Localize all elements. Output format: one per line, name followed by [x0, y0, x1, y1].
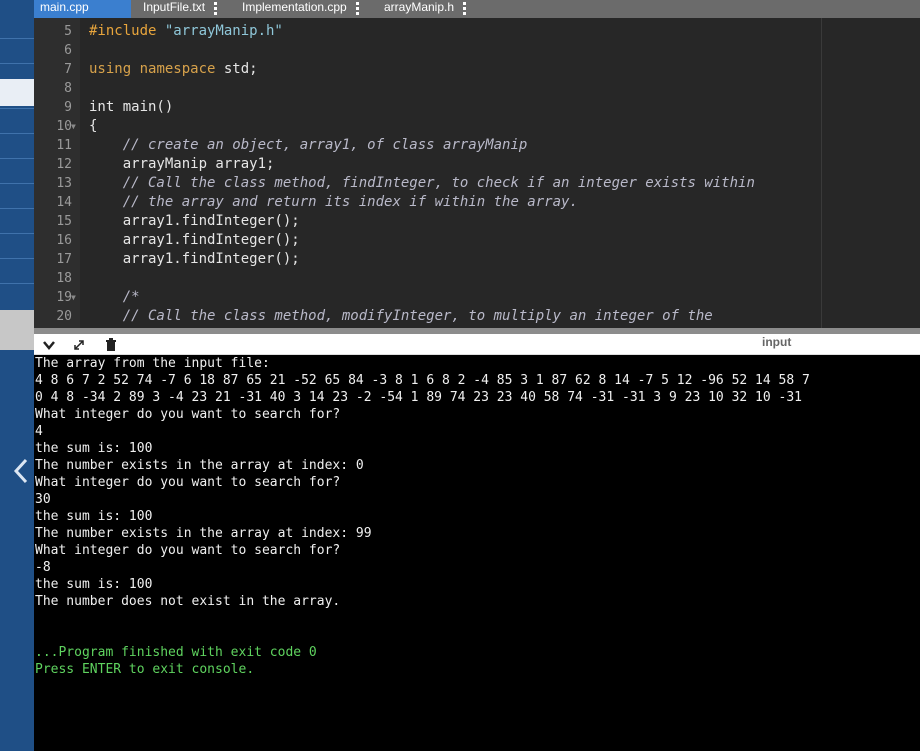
- sidebar-panel: [0, 310, 34, 350]
- clear-console-icon[interactable]: [104, 338, 118, 352]
- line-number: 13: [56, 176, 72, 191]
- code-line[interactable]: 15 array1.findInteger();: [34, 212, 920, 231]
- code-text: using namespace std;: [89, 61, 258, 77]
- code-text: // the array and return its index if wit…: [122, 194, 578, 210]
- line-number: 7: [64, 62, 72, 77]
- line-number: 6: [64, 43, 72, 58]
- line-number: 19: [56, 290, 72, 305]
- console-line: the sum is: 100: [35, 509, 153, 524]
- code-text: arrayManip array1;: [89, 156, 275, 172]
- console-line: the sum is: 100: [35, 577, 153, 592]
- code-line[interactable]: 19 ▼ /*: [34, 288, 920, 307]
- code-editor[interactable]: 5 #include "arrayManip.h" 6 7 using namespac…: [34, 18, 920, 328]
- tab-main-cpp[interactable]: main.cpp: [34, 0, 131, 18]
- code-line[interactable]: 20 // Call the class method, modifyInteg…: [34, 307, 920, 326]
- line-number: 10: [56, 119, 72, 134]
- code-line[interactable]: 18: [34, 269, 920, 288]
- line-number: 17: [56, 252, 72, 267]
- fold-arrow-icon[interactable]: ▼: [71, 288, 76, 307]
- code-line[interactable]: 7 using namespace std;: [34, 60, 920, 79]
- left-sidebar: [0, 0, 34, 751]
- line-number: 14: [56, 195, 72, 210]
- console-line: The number exists in the array at index:…: [35, 458, 364, 473]
- kebab-menu-icon[interactable]: [214, 0, 218, 15]
- sidebar-item-selected[interactable]: [0, 79, 34, 106]
- console-line: ...Program finished with exit code 0: [35, 645, 317, 660]
- sidebar-divider: [0, 233, 34, 234]
- chevron-down-icon[interactable]: [42, 338, 56, 352]
- console-line: The array from the input file:: [35, 356, 270, 371]
- code-text: // Call the class method, modifyInteger,…: [122, 308, 713, 324]
- code-text: // Call the class method, findInteger, t…: [122, 175, 755, 191]
- code-line[interactable]: 13 // Call the class method, findInteger…: [34, 174, 920, 193]
- tab-arraymanip-h[interactable]: arrayManip.h: [378, 0, 488, 18]
- sidebar-divider: [0, 63, 34, 64]
- console-line: What integer do you want to search for?: [35, 543, 341, 558]
- code-line[interactable]: 5 #include "arrayManip.h": [34, 22, 920, 41]
- console-line: the sum is: 100: [35, 441, 153, 456]
- sidebar-divider: [0, 158, 34, 159]
- kebab-menu-icon[interactable]: [356, 0, 360, 15]
- code-line[interactable]: 9 int main(): [34, 98, 920, 117]
- kebab-menu-icon[interactable]: [463, 0, 467, 15]
- tab-bar: main.cpp InputFile.txt Implementation.cp…: [34, 0, 920, 18]
- console-line: Press ENTER to exit console.: [35, 662, 255, 677]
- console-toolbar: input: [34, 334, 920, 355]
- expand-icon[interactable]: [72, 338, 86, 352]
- console-line: 30: [35, 492, 51, 507]
- line-number: 12: [56, 157, 72, 172]
- code-text: // create an object, array1, of class ar…: [122, 137, 528, 153]
- code-line[interactable]: 11 // create an object, array1, of class…: [34, 136, 920, 155]
- tab-label: arrayManip.h: [384, 0, 455, 14]
- line-number: 9: [64, 100, 72, 115]
- code-line[interactable]: 10 ▼ {: [34, 117, 920, 136]
- code-text: array1.findInteger();: [89, 232, 300, 248]
- line-number: 11: [56, 138, 72, 153]
- console-line: What integer do you want to search for?: [35, 475, 341, 490]
- code-text: {: [89, 118, 98, 134]
- code-text: #include "arrayManip.h": [89, 23, 283, 39]
- tab-label: InputFile.txt: [143, 0, 206, 14]
- line-number: 8: [64, 81, 72, 96]
- tab-label: main.cpp: [40, 0, 89, 14]
- code-line[interactable]: 12 arrayManip array1;: [34, 155, 920, 174]
- code-line[interactable]: 6: [34, 41, 920, 60]
- console-line: 0 4 8 -34 2 89 3 -4 23 21 -31 40 3 14 23…: [35, 390, 803, 405]
- input-label: input: [762, 335, 792, 349]
- tab-implementation-cpp[interactable]: Implementation.cpp: [236, 0, 376, 18]
- sidebar-divider: [0, 38, 34, 39]
- line-number: 20: [56, 309, 72, 324]
- code-text: array1.findInteger();: [89, 213, 300, 229]
- line-number: 18: [56, 271, 72, 286]
- line-number: 16: [56, 233, 72, 248]
- console-line: What integer do you want to search for?: [35, 407, 341, 422]
- chevron-left-icon[interactable]: [12, 456, 32, 486]
- code-text: /*: [122, 289, 140, 305]
- code-line[interactable]: 16 array1.findInteger();: [34, 231, 920, 250]
- console-line: The number exists in the array at index:…: [35, 526, 372, 541]
- line-number: 15: [56, 214, 72, 229]
- tab-inputfile-txt[interactable]: InputFile.txt: [137, 0, 247, 18]
- code-text: int main(): [89, 99, 174, 115]
- console-output[interactable]: The array from the input file: 4 8 6 7 2 …: [34, 355, 920, 751]
- sidebar-divider: [0, 133, 34, 134]
- code-line[interactable]: 14 // the array and return its index if …: [34, 193, 920, 212]
- console-line: 4: [35, 424, 43, 439]
- sidebar-divider: [0, 183, 34, 184]
- sidebar-divider: [0, 208, 34, 209]
- code-line[interactable]: 8: [34, 79, 920, 98]
- console-line: 4 8 6 7 2 52 74 -7 6 18 87 65 21 -52 65 …: [35, 373, 810, 388]
- tab-label: Implementation.cpp: [242, 0, 347, 14]
- console-line: The number does not exist in the array.: [35, 594, 341, 609]
- sidebar-divider: [0, 108, 34, 109]
- console-line: -8: [35, 560, 51, 575]
- code-text: array1.findInteger();: [89, 251, 300, 267]
- code-line[interactable]: 17 array1.findInteger();: [34, 250, 920, 269]
- line-number: 5: [64, 24, 72, 39]
- fold-arrow-icon[interactable]: ▼: [71, 117, 76, 136]
- sidebar-divider: [0, 283, 34, 284]
- sidebar-divider: [0, 258, 34, 259]
